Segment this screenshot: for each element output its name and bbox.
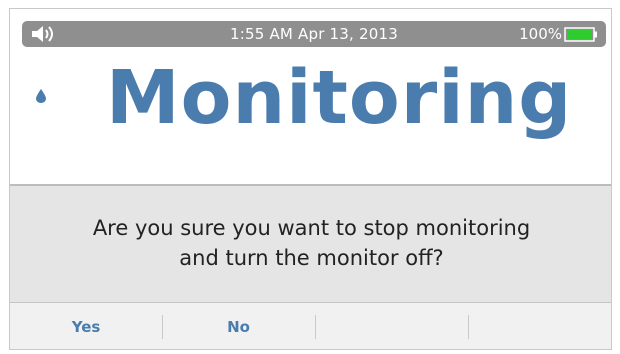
- confirm-message-line1: Are you sure you want to stop monitoring: [92, 216, 531, 240]
- softkey-4[interactable]: [468, 303, 611, 349]
- monitor-screen: 1:55 AM Apr 13, 2013 100% Monitoring Are…: [9, 8, 612, 350]
- page-title: Monitoring: [106, 55, 573, 141]
- confirm-message-line2: and turn the monitor off?: [179, 246, 444, 270]
- no-button[interactable]: No: [162, 303, 315, 349]
- softkey-3[interactable]: [315, 303, 468, 349]
- status-bar: 1:55 AM Apr 13, 2013 100%: [22, 21, 606, 47]
- yes-button[interactable]: Yes: [10, 303, 162, 349]
- softkey-bar: Yes No: [10, 302, 611, 349]
- battery-full-icon: [564, 27, 597, 42]
- battery-percent: 100%: [519, 25, 562, 43]
- confirm-dialog: Are you sure you want to stop monitoring…: [10, 186, 611, 302]
- water-drop-icon: [36, 89, 46, 103]
- confirm-message: Are you sure you want to stop monitoring…: [10, 213, 611, 273]
- header: Monitoring: [10, 47, 611, 184]
